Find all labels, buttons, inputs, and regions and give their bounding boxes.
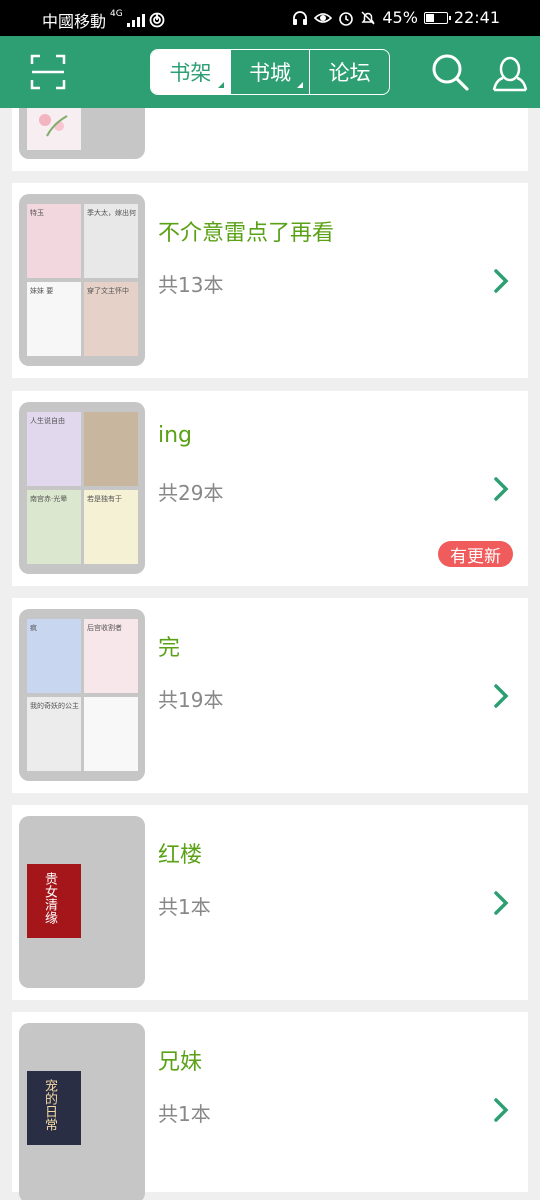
search-icon[interactable]	[430, 52, 470, 92]
scan-icon[interactable]	[30, 54, 66, 90]
book-cover-thumb	[27, 108, 81, 150]
chevron-right-icon[interactable]	[492, 889, 510, 917]
book-cover-thumb: 南宫赤·光晕	[27, 490, 81, 564]
tab-bookstore[interactable]: 书城	[229, 50, 310, 94]
book-cover-thumb: 人生说自由	[27, 412, 81, 486]
chevron-right-icon[interactable]	[492, 1096, 510, 1124]
book-cover-title: 疯	[30, 624, 37, 632]
mute-bell-icon	[361, 10, 375, 25]
book-cover-title: 特玉	[30, 209, 44, 217]
book-cover-title: 我的奇妖的公主	[30, 702, 79, 710]
book-cover-title: 妹妹 要	[30, 287, 54, 295]
tab-forum[interactable]: 论坛	[309, 50, 389, 94]
shelf-group-card[interactable]: 特玉 季大太，嫁出何妹妹 要 穿了文主怀中 不介意雷点了再看 共13本	[12, 183, 528, 378]
group-name: 不介意雷点了再看	[158, 221, 335, 246]
alarm-icon	[339, 11, 354, 26]
network-type: 4G	[110, 9, 123, 19]
group-cover: 贵女清缘	[19, 816, 145, 988]
group-name: 兄妹	[158, 1050, 203, 1075]
group-name: 红楼	[158, 843, 203, 868]
shelf-group-card[interactable]: 贵女清缘 红楼共1本	[12, 805, 528, 1000]
group-cover: 特玉 季大太，嫁出何妹妹 要 穿了文主怀中	[19, 194, 145, 366]
tab-label: 论坛	[328, 61, 371, 85]
book-cover-thumb: 若是独有于	[84, 490, 138, 564]
clock: 22:41	[453, 8, 500, 27]
book-count: 共1本	[158, 895, 211, 919]
book-cover-title: 人生说自由	[30, 417, 65, 425]
book-cover-title: 宠的日常	[42, 1079, 57, 1131]
book-cover-thumb: 特玉	[27, 204, 81, 278]
app-header: 书架 书城 论坛	[0, 36, 540, 108]
battery-percent: 45%	[382, 8, 418, 27]
book-cover-thumb: 我的奇妖的公主	[27, 697, 81, 771]
update-badge: 有更新	[438, 541, 513, 567]
section-tabs: 书架 书城 论坛	[150, 49, 390, 95]
chevron-right-icon[interactable]	[492, 267, 510, 295]
book-cover-title: 穿了文主怀中	[87, 287, 129, 295]
group-name: ing	[158, 423, 193, 448]
book-count: 共1本	[158, 1102, 211, 1126]
tab-label: 书城	[249, 61, 291, 85]
signal-icon	[126, 13, 145, 27]
carrier-label: 中國移動	[42, 12, 107, 31]
shelf-group-card[interactable]: 宠的日常 兄妹共1本	[12, 1012, 528, 1200]
group-cover	[19, 108, 145, 159]
book-cover-title: 后宫收割者	[87, 624, 122, 632]
book-cover-thumb: 季大太，嫁出何	[84, 204, 138, 278]
hotspot-icon	[149, 12, 165, 28]
book-count: 共29本	[158, 481, 224, 505]
dropdown-corner-icon	[217, 82, 224, 88]
tab-bookshelf[interactable]: 书架	[151, 50, 230, 94]
shelf-group-card[interactable]: 疯 后宫收割者我的奇妖的公主 完共19本	[12, 598, 528, 793]
book-cover-thumb: 疯	[27, 619, 81, 693]
battery-icon	[423, 11, 451, 24]
eye-icon	[314, 12, 333, 23]
book-cover-title: 若是独有于	[87, 495, 122, 503]
group-name: 完	[158, 636, 181, 661]
headset-icon	[293, 10, 308, 25]
book-cover-thumb: 穿了文主怀中	[84, 282, 138, 356]
dropdown-corner-icon	[297, 82, 304, 88]
chevron-right-icon[interactable]	[492, 475, 510, 503]
book-count: 共13本	[158, 273, 224, 297]
book-cover-thumb: 宠的日常	[27, 1071, 81, 1145]
book-cover-thumb: 贵女清缘	[27, 864, 81, 938]
shelf-group-partial[interactable]	[12, 108, 528, 171]
group-cover: 人生说自由南宫赤·光晕 若是独有于	[19, 402, 145, 574]
user-icon[interactable]	[490, 52, 530, 92]
shelf-group-card[interactable]: 人生说自由南宫赤·光晕 若是独有于 ing 共29本有更新	[12, 391, 528, 586]
book-cover-title: 贵女清缘	[42, 872, 57, 924]
book-cover-title: 南宫赤·光晕	[30, 495, 68, 503]
group-cover: 宠的日常	[19, 1023, 145, 1200]
group-cover: 疯 后宫收割者我的奇妖的公主	[19, 609, 145, 781]
chevron-right-icon[interactable]	[492, 682, 510, 710]
book-cover-thumb	[84, 697, 138, 771]
bookshelf-list: 特玉 季大太，嫁出何妹妹 要 穿了文主怀中 不介意雷点了再看 共13本人生说自由南宫赤·…	[0, 108, 540, 1200]
book-count: 共19本	[158, 688, 224, 712]
book-cover-thumb: 妹妹 要	[27, 282, 81, 356]
book-cover-thumb	[84, 412, 138, 486]
book-cover-thumb: 后宫收割者	[84, 619, 138, 693]
status-bar: 中國移動 4G 45% 22:41	[0, 0, 540, 36]
tab-label: 书架	[169, 61, 212, 85]
book-cover-title: 季大太，嫁出何	[87, 209, 136, 217]
